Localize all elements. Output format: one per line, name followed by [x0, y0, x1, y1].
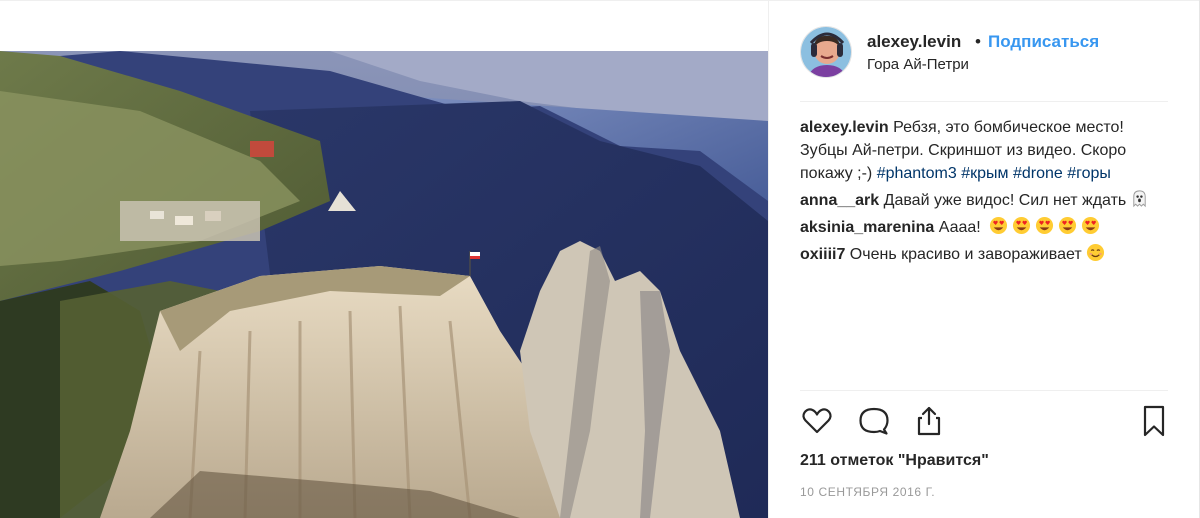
avatar[interactable]: [800, 26, 852, 78]
comment-item: aksinia_marenina Аааа!: [800, 216, 1160, 239]
hashtag-link[interactable]: #phantom3: [877, 165, 957, 182]
mountain-landscape-image: [0, 51, 768, 518]
header-divider: [800, 101, 1168, 102]
likes-count[interactable]: 211 отметок "Нравится": [800, 452, 989, 470]
follow-button[interactable]: Подписаться: [988, 32, 1099, 52]
comment-text: Очень красиво и завораживает: [845, 246, 1082, 263]
caption-comment: alexey.levin Ребзя, это бомбическое мест…: [800, 116, 1160, 185]
comment-username[interactable]: anna__ark: [800, 192, 879, 209]
comment-username[interactable]: aksinia_marenina: [800, 219, 934, 236]
comments-list: alexey.levin Ребзя, это бомбическое мест…: [800, 116, 1160, 270]
comment-text: Аааа!: [934, 219, 981, 236]
comment-text: Давай уже видос! Сил нет ждать: [879, 192, 1127, 209]
comment-item: anna__ark Давай уже видос! Сил нет ждать: [800, 189, 1160, 212]
header-username[interactable]: alexey.levin: [867, 32, 961, 52]
action-bar: [800, 404, 1168, 440]
post-date[interactable]: 10 СЕНТЯБРЯ 2016 Г.: [800, 485, 935, 499]
hashtag-link[interactable]: #крым: [961, 165, 1008, 182]
share-icon[interactable]: [912, 404, 946, 438]
avatar-image: [801, 27, 851, 77]
comment-username[interactable]: alexey.levin: [800, 119, 889, 136]
heart-outline-icon[interactable]: [800, 404, 834, 438]
bookmark-icon[interactable]: [1137, 404, 1171, 438]
heart-eyes-emoji: [1035, 216, 1054, 235]
heart-eyes-emoji: [1081, 216, 1100, 235]
comment-bubble-icon[interactable]: [857, 404, 891, 438]
post-side-panel: alexey.levin • Подписаться Гора Ай-Петри…: [769, 0, 1199, 518]
heart-eyes-emoji: [989, 216, 1008, 235]
post-header: alexey.levin • Подписаться Гора Ай-Петри: [769, 0, 1199, 101]
smiling-emoji: [1086, 243, 1105, 262]
location-link[interactable]: Гора Ай-Петри: [867, 56, 969, 73]
separator-dot: •: [975, 32, 981, 51]
hashtag-link[interactable]: #drone: [1013, 165, 1063, 182]
hashtag-link[interactable]: #горы: [1067, 165, 1111, 182]
heart-eyes-emoji: [1058, 216, 1077, 235]
ghost-emoji: [1130, 189, 1149, 208]
comment-username[interactable]: oxiiii7: [800, 246, 845, 263]
actions-divider: [800, 390, 1168, 391]
comment-item: oxiiii7 Очень красиво и завораживает: [800, 243, 1160, 266]
heart-eyes-emoji: [1012, 216, 1031, 235]
post-photo[interactable]: [0, 51, 768, 518]
